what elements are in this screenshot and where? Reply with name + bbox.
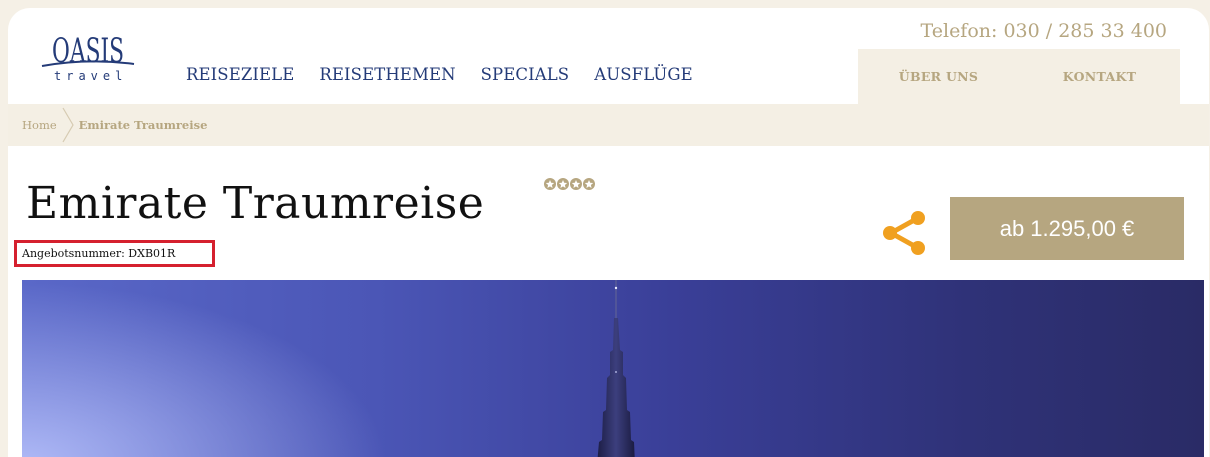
share-icon[interactable]	[880, 209, 928, 257]
page: OASIS travel REISEZIELE REISETHEMEN SPEC…	[8, 8, 1209, 457]
star-rating	[544, 178, 595, 190]
logo[interactable]: OASIS travel	[38, 24, 138, 86]
star-icon	[570, 178, 582, 190]
breadcrumb: Home Emirate Traumreise	[8, 104, 1209, 146]
star-icon	[544, 178, 556, 190]
breadcrumb-current: Emirate Traumreise	[78, 118, 208, 132]
star-icon	[557, 178, 569, 190]
nav-kontakt[interactable]: KONTAKT	[1019, 49, 1180, 104]
hero-image	[22, 280, 1204, 457]
nav-ausfluege[interactable]: AUSFLÜGE	[594, 65, 693, 84]
breadcrumb-separator-icon	[62, 107, 74, 143]
nav-ueber-uns[interactable]: ÜBER UNS	[858, 49, 1019, 104]
sub-nav: ÜBER UNS KONTAKT	[858, 49, 1180, 104]
phone-number: Telefon: 030 / 285 33 400	[920, 20, 1167, 42]
nav-specials[interactable]: SPECIALS	[481, 65, 570, 84]
burj-khalifa-silhouette	[597, 280, 635, 457]
page-title: Emirate Traumreise	[26, 178, 485, 229]
nav-reisethemen[interactable]: REISETHEMEN	[319, 65, 455, 84]
nav-reiseziele[interactable]: REISEZIELE	[186, 65, 294, 84]
star-icon	[583, 178, 595, 190]
logo-tagline: travel	[54, 69, 127, 83]
main-nav: REISEZIELE REISETHEMEN SPECIALS AUSFLÜGE	[186, 65, 718, 84]
breadcrumb-home[interactable]: Home	[22, 118, 57, 132]
logo-name: OASIS	[52, 31, 124, 71]
price-button[interactable]: ab 1.295,00 €	[950, 197, 1184, 260]
logo-graphic: OASIS travel	[41, 31, 135, 83]
offer-number: Angebotsnummer: DXB01R	[14, 240, 215, 267]
